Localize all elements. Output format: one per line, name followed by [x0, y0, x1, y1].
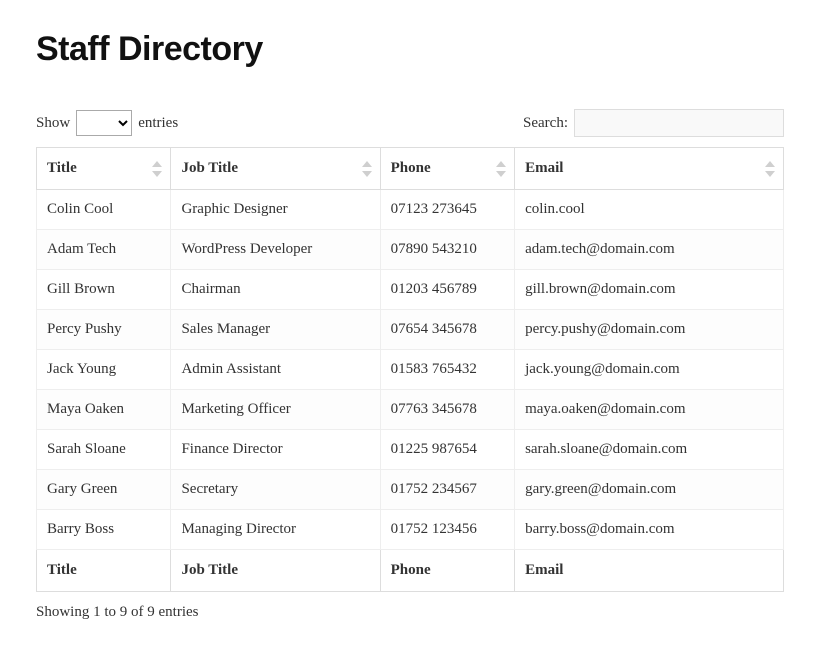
table-row: Barry BossManaging Director01752 123456b… [37, 510, 784, 550]
table-row: Adam TechWordPress Developer07890 543210… [37, 230, 784, 270]
cell-email: maya.oaken@domain.com [515, 390, 784, 430]
cell-phone: 07654 345678 [380, 310, 514, 350]
table-row: Jack YoungAdmin Assistant01583 765432jac… [37, 350, 784, 390]
cell-email: gary.green@domain.com [515, 470, 784, 510]
col-header-email-label: Email [525, 160, 563, 176]
cell-phone: 01225 987654 [380, 430, 514, 470]
cell-job-title: Managing Director [171, 510, 380, 550]
cell-title: Maya Oaken [37, 390, 171, 430]
cell-job-title: Chairman [171, 270, 380, 310]
page-title: Staff Directory [36, 30, 784, 69]
col-header-email[interactable]: Email [515, 148, 784, 190]
cell-email: percy.pushy@domain.com [515, 310, 784, 350]
table-row: Percy PushySales Manager07654 345678perc… [37, 310, 784, 350]
col-header-title-label: Title [47, 160, 77, 176]
sort-icon [362, 161, 372, 177]
cell-phone: 07123 273645 [380, 190, 514, 230]
entries-select[interactable] [76, 110, 132, 136]
cell-phone: 07890 543210 [380, 230, 514, 270]
table-row: Gary GreenSecretary01752 234567gary.gree… [37, 470, 784, 510]
sort-icon [496, 161, 506, 177]
cell-job-title: Admin Assistant [171, 350, 380, 390]
cell-email: sarah.sloane@domain.com [515, 430, 784, 470]
cell-title: Jack Young [37, 350, 171, 390]
table-row: Gill BrownChairman01203 456789gill.brown… [37, 270, 784, 310]
staff-table: Title Job Title Phone Email Colin CoolGr… [36, 147, 784, 592]
cell-title: Adam Tech [37, 230, 171, 270]
cell-title: Gary Green [37, 470, 171, 510]
cell-job-title: Secretary [171, 470, 380, 510]
table-row: Maya OakenMarketing Officer07763 345678m… [37, 390, 784, 430]
cell-title: Sarah Sloane [37, 430, 171, 470]
col-header-job-title-label: Job Title [181, 160, 238, 176]
cell-phone: 01752 123456 [380, 510, 514, 550]
cell-email: adam.tech@domain.com [515, 230, 784, 270]
search-control: Search: [523, 109, 784, 137]
col-header-job-title[interactable]: Job Title [171, 148, 380, 190]
entries-label: entries [138, 115, 178, 132]
cell-email: barry.boss@domain.com [515, 510, 784, 550]
cell-job-title: WordPress Developer [171, 230, 380, 270]
cell-title: Colin Cool [37, 190, 171, 230]
show-label: Show [36, 115, 70, 132]
cell-email: gill.brown@domain.com [515, 270, 784, 310]
search-input[interactable] [574, 109, 784, 137]
table-row: Sarah SloaneFinance Director01225 987654… [37, 430, 784, 470]
col-footer-email: Email [515, 550, 784, 592]
cell-job-title: Graphic Designer [171, 190, 380, 230]
cell-title: Percy Pushy [37, 310, 171, 350]
cell-phone: 07763 345678 [380, 390, 514, 430]
col-header-title[interactable]: Title [37, 148, 171, 190]
cell-title: Barry Boss [37, 510, 171, 550]
cell-job-title: Marketing Officer [171, 390, 380, 430]
sort-icon [765, 161, 775, 177]
col-footer-title: Title [37, 550, 171, 592]
col-footer-phone: Phone [380, 550, 514, 592]
cell-phone: 01583 765432 [380, 350, 514, 390]
cell-title: Gill Brown [37, 270, 171, 310]
col-footer-job-title: Job Title [171, 550, 380, 592]
length-control: Show entries [36, 110, 178, 136]
search-label: Search: [523, 115, 568, 132]
cell-job-title: Sales Manager [171, 310, 380, 350]
sort-icon [152, 161, 162, 177]
cell-email: colin.cool [515, 190, 784, 230]
col-header-phone[interactable]: Phone [380, 148, 514, 190]
cell-phone: 01203 456789 [380, 270, 514, 310]
table-row: Colin CoolGraphic Designer07123 273645co… [37, 190, 784, 230]
cell-job-title: Finance Director [171, 430, 380, 470]
cell-email: jack.young@domain.com [515, 350, 784, 390]
table-info: Showing 1 to 9 of 9 entries [36, 604, 784, 621]
cell-phone: 01752 234567 [380, 470, 514, 510]
col-header-phone-label: Phone [391, 160, 431, 176]
